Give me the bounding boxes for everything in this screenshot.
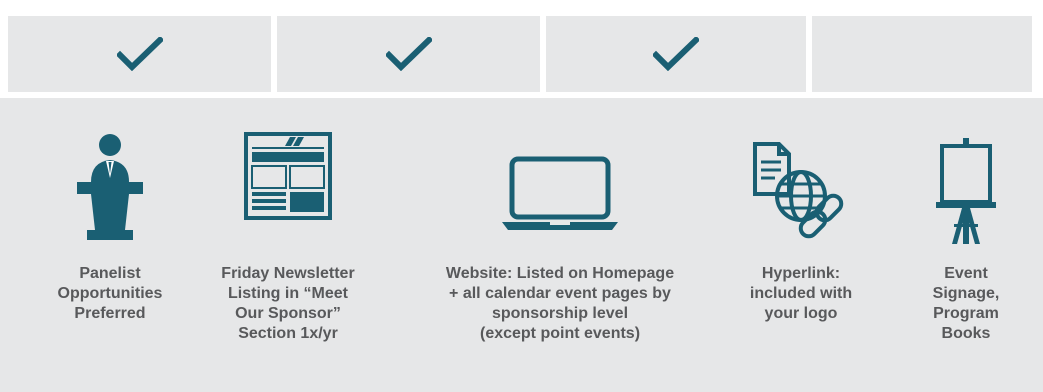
newspaper-icon <box>244 132 332 220</box>
benefit-panelist: Panelist Opportunities Preferred <box>40 98 180 392</box>
benefit-label: Friday Newsletter Listing in “Meet Our S… <box>221 265 355 342</box>
hyperlink-globe-icon <box>753 142 844 239</box>
easel-sign-icon <box>936 138 996 244</box>
benefit-label: Panelist Opportunities Preferred <box>57 265 163 322</box>
check-cell-2 <box>277 16 540 92</box>
podium-speaker-icon <box>77 134 143 240</box>
benefit-event-signage: Event Signage, Program Books <box>910 98 1022 392</box>
checkmark-row <box>0 0 1043 92</box>
checkmark-icon <box>385 37 432 71</box>
laptop-icon <box>502 156 618 230</box>
benefit-label: Hyperlink: included with your logo <box>749 265 853 322</box>
check-cell-4-empty <box>812 16 1032 92</box>
benefit-website: Website: Listed on Homepage + all calend… <box>405 98 715 392</box>
benefit-hyperlink: Hyperlink: included with your logo <box>726 98 876 392</box>
benefit-label: Website: Listed on Homepage + all calend… <box>445 265 675 342</box>
benefits-panel: Panelist Opportunities Preferred Friday … <box>0 98 1043 392</box>
checkmark-icon <box>116 37 163 71</box>
check-cell-1 <box>8 16 271 92</box>
checkmark-icon <box>653 37 699 71</box>
benefit-label: Event Signage, Program Books <box>932 265 1000 342</box>
benefit-newsletter: Friday Newsletter Listing in “Meet Our S… <box>198 98 378 392</box>
check-cell-3 <box>546 16 806 92</box>
